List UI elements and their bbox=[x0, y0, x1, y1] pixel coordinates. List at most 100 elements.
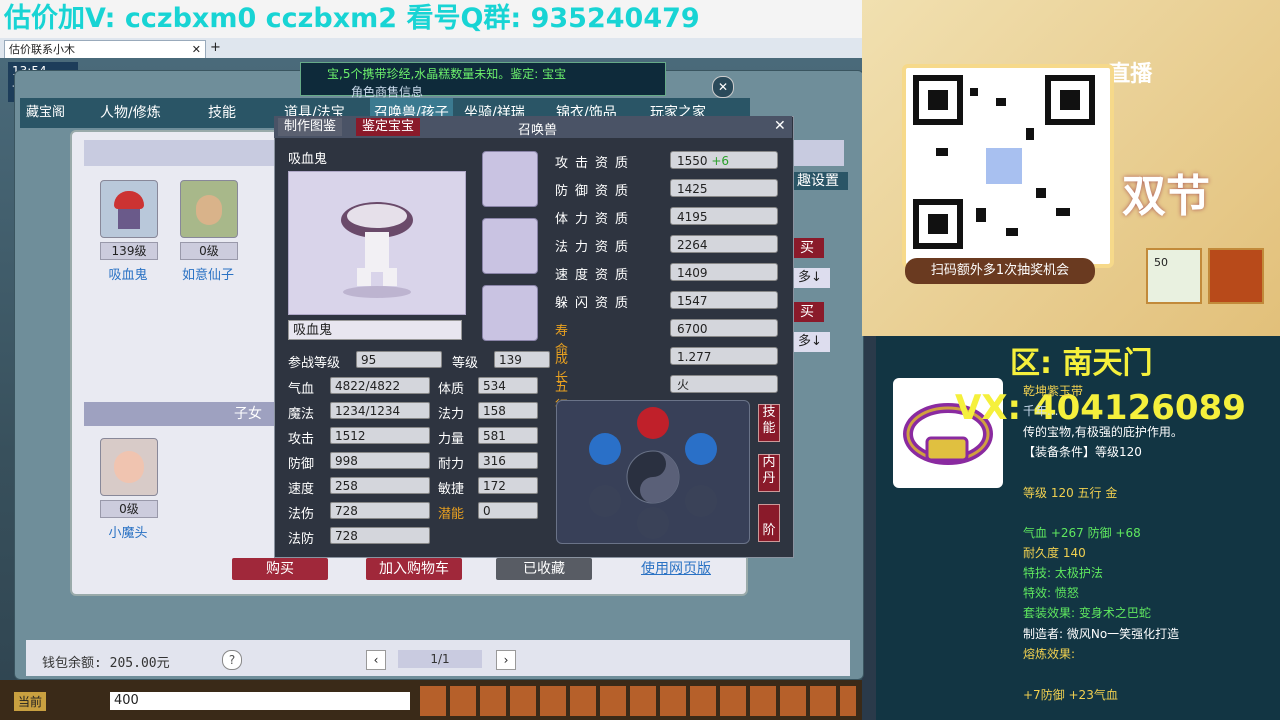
item-maker: 制造者: 微风No一笑强化打造 bbox=[1023, 627, 1180, 641]
buy-button[interactable]: 购买 bbox=[232, 558, 328, 580]
pet-name[interactable]: 如意仙子 bbox=[180, 264, 236, 283]
rank-button[interactable]: 阶 bbox=[758, 504, 780, 542]
equip-slot-3[interactable] bbox=[482, 285, 538, 341]
stat-value: 95 bbox=[356, 351, 442, 368]
aptitude-label: 躲闪资质 bbox=[555, 296, 636, 311]
item-requirement: 【装备条件】等级120 bbox=[1023, 445, 1142, 459]
new-tab-icon[interactable]: + bbox=[210, 40, 221, 55]
neidan-button[interactable]: 内丹 bbox=[758, 454, 780, 492]
stat-value: 534 bbox=[478, 377, 538, 394]
tooltip-subtitle: 角色商售信息 bbox=[351, 85, 424, 99]
aptitude-value: 1409 bbox=[670, 263, 778, 281]
dialog-titlebar: 召唤兽 ✕ bbox=[274, 116, 792, 138]
promo-item-card-2[interactable] bbox=[1208, 248, 1264, 304]
item-level: 等级 120 五行 金 bbox=[1023, 486, 1118, 500]
dialog-title: 召唤兽 bbox=[518, 123, 558, 138]
promo-title: 双节 bbox=[1122, 171, 1210, 222]
item-special-effect: 特效: 愤怒 bbox=[1023, 586, 1079, 600]
stat-label: 体质 bbox=[438, 382, 465, 397]
pet-model-view bbox=[288, 171, 466, 315]
close-icon[interactable]: ✕ bbox=[774, 118, 786, 134]
pet-hat-shape bbox=[114, 191, 144, 209]
stat-value: 0 bbox=[478, 502, 538, 519]
close-icon[interactable]: ✕ bbox=[192, 41, 201, 58]
aptitude-number: 1550 bbox=[677, 154, 708, 168]
prev-page-icon[interactable]: ‹ bbox=[366, 650, 386, 670]
stat-value: 158 bbox=[478, 402, 538, 419]
pet-list: 139级 吸血鬼 0级 如意仙子 0级 小魔头 bbox=[84, 168, 274, 578]
add-to-cart-button[interactable]: 加入购物车 bbox=[366, 558, 462, 580]
favorited-button[interactable]: 已收藏 bbox=[496, 558, 592, 580]
stat-value: 1512 bbox=[330, 427, 430, 444]
pet-card[interactable]: 0级 如意仙子 bbox=[180, 180, 238, 283]
pet-body-shape bbox=[118, 209, 140, 229]
item-name: 乾坤紫玉带 bbox=[1023, 384, 1084, 398]
buy-side-button-2[interactable]: 买 bbox=[790, 302, 824, 322]
item-smelting-effect: +7防御 +23气血 bbox=[1023, 688, 1118, 702]
stat-label: 参战等级 bbox=[288, 356, 341, 371]
pet-name[interactable]: 吸血鬼 bbox=[100, 264, 156, 283]
qr-code[interactable] bbox=[902, 64, 1114, 268]
next-page-icon[interactable]: › bbox=[496, 650, 516, 670]
pet-level: 0级 bbox=[180, 242, 238, 260]
skills-button[interactable]: 技能 bbox=[758, 404, 780, 442]
stat-value: 998 bbox=[330, 452, 430, 469]
tab-skills[interactable]: 技能 bbox=[208, 98, 236, 128]
toolbar-icons[interactable] bbox=[420, 686, 856, 716]
stat-value: 728 bbox=[330, 502, 430, 519]
stat-label: 速度 bbox=[288, 482, 315, 497]
aptitude-value: 1550 +6 bbox=[670, 151, 778, 169]
pet-name-label: 吸血鬼 bbox=[288, 152, 328, 167]
tab-character[interactable]: 人物/修炼 bbox=[100, 98, 161, 128]
buy-side-button[interactable]: 买 bbox=[790, 238, 824, 258]
stat-label: 敏捷 bbox=[438, 482, 465, 497]
child-name[interactable]: 小魔头 bbox=[100, 522, 156, 541]
child-card[interactable]: 0级 小魔头 bbox=[100, 438, 158, 541]
children-header-label: 子女 bbox=[234, 406, 262, 422]
tab-cbg[interactable]: 藏宝阁 bbox=[26, 98, 65, 128]
tab-make-catalog[interactable]: 制作图鉴 bbox=[278, 118, 343, 136]
promo-item-card[interactable]: 50 bbox=[1146, 248, 1202, 304]
pet-name-field[interactable]: 吸血鬼 bbox=[288, 320, 462, 340]
aptitude-value: 1547 bbox=[670, 291, 778, 309]
web-version-link[interactable]: 使用网页版 bbox=[628, 558, 724, 580]
chat-input[interactable]: 400 bbox=[110, 692, 410, 710]
aptitude-label: 法力资质 bbox=[555, 240, 636, 255]
stat-value: 1234/1234 bbox=[330, 402, 430, 419]
close-icon[interactable]: ✕ bbox=[712, 76, 734, 98]
qr-caption: 扫码额外多1次抽奖机会 bbox=[905, 258, 1095, 284]
stat-value: 172 bbox=[478, 477, 538, 494]
more-side-button[interactable]: 多↓ bbox=[790, 268, 830, 288]
help-icon[interactable]: ? bbox=[222, 650, 242, 670]
stat-value: 139 bbox=[494, 351, 550, 368]
wallet-bar: 钱包余额: 205.00元 ? ‹ 1/1 › bbox=[26, 640, 850, 676]
stat-label: 耐力 bbox=[438, 457, 465, 472]
stat-label: 魔法 bbox=[288, 407, 315, 422]
browser-tab[interactable]: 估价联系小木 ✕ bbox=[4, 40, 206, 58]
pet-card[interactable]: 139级 吸血鬼 bbox=[100, 180, 158, 283]
tooltip-text: 宝,5个携带珍经,水晶糕数量未知。鉴定: 宝宝 bbox=[327, 67, 567, 81]
pet-portrait bbox=[100, 180, 158, 238]
pet-model-illustration bbox=[341, 202, 413, 298]
more-side-button-2[interactable]: 多↓ bbox=[790, 332, 830, 352]
item-desc-line: 千年... bbox=[1023, 404, 1059, 418]
chat-mode-button[interactable]: 当前 bbox=[14, 692, 47, 711]
stat-label: 潜能 bbox=[438, 507, 465, 522]
aptitude-value: 1.277 bbox=[670, 347, 778, 365]
tab-title: 估价联系小木 bbox=[9, 43, 75, 56]
stat-label: 力量 bbox=[438, 432, 465, 447]
equip-slot-1[interactable] bbox=[482, 151, 538, 207]
interest-settings[interactable]: 趣设置 bbox=[788, 172, 848, 190]
item-attributes: 气血 +267 防御 +68 bbox=[1023, 526, 1141, 540]
stat-value: 728 bbox=[330, 527, 430, 544]
item-desc-line: 传的宝物,有极强的庇护作用。 bbox=[1023, 425, 1183, 439]
equip-slot-2[interactable] bbox=[482, 218, 538, 274]
promo-banner: 估价加V: cczbxm0 cczbxm2 看号Q群: 935240479 bbox=[0, 0, 862, 38]
tab-identify-pet[interactable]: 鉴定宝宝 bbox=[356, 118, 421, 136]
pet-portrait bbox=[180, 180, 238, 238]
qr-pattern bbox=[913, 75, 1095, 249]
stat-label: 法伤 bbox=[288, 507, 315, 522]
stat-value: 581 bbox=[478, 427, 538, 444]
child-portrait bbox=[100, 438, 158, 496]
stat-label: 等级 bbox=[452, 356, 479, 371]
